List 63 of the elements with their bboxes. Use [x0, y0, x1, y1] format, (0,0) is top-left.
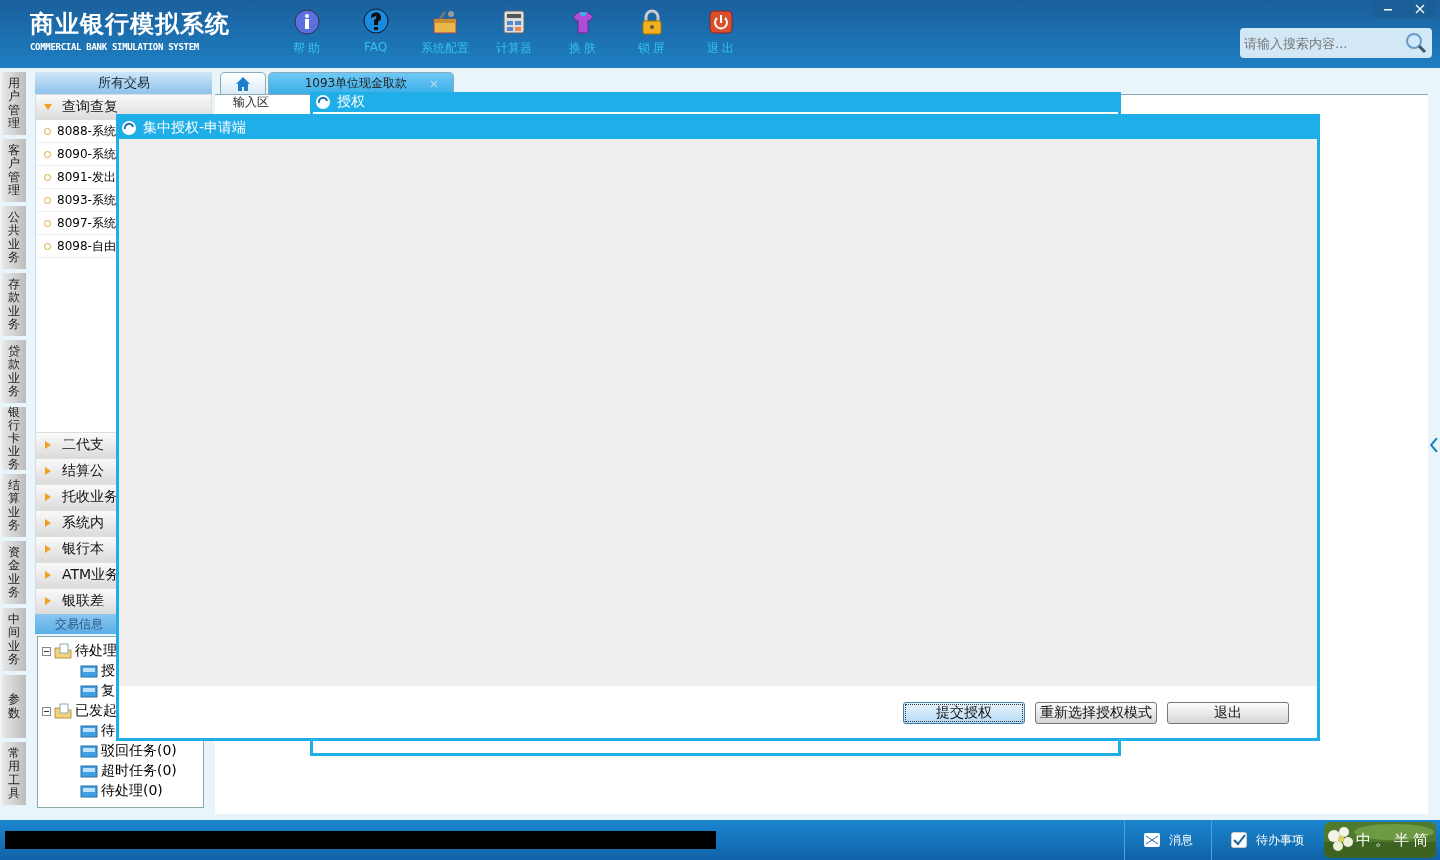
collapsed-caret-icon — [44, 441, 52, 449]
side-tab[interactable]: 结算业务 — [2, 474, 26, 537]
ime-key[interactable]: 中 — [1356, 830, 1371, 850]
tree-item[interactable]: 复 — [42, 681, 199, 701]
window-title: 授权 — [337, 93, 365, 111]
section-tab[interactable]: 输入区 — [233, 94, 269, 111]
app-icon — [315, 94, 331, 110]
panel-header: 所有交易 — [35, 72, 212, 94]
side-tab[interactable]: 参数 — [2, 675, 26, 738]
side-tab[interactable]: 公共业务 — [2, 206, 26, 269]
close-icon — [1415, 4, 1425, 14]
collapsed-caret-icon — [44, 597, 52, 605]
side-tab[interactable]: 用户管理 — [2, 72, 26, 135]
checkbox-icon — [1230, 831, 1248, 849]
side-tab[interactable]: 存款业务 — [2, 273, 26, 336]
dialog-button[interactable]: 重新选择授权模式 — [1035, 702, 1157, 724]
tree-item[interactable]: 驳回任务(0) — [42, 741, 199, 761]
dialog-button[interactable]: 提交授权 — [903, 702, 1025, 724]
tree-item[interactable]: 超时任务(0) — [42, 761, 199, 781]
tree-item[interactable]: 待处理 — [42, 641, 199, 661]
side-tab[interactable]: 贷款业务 — [2, 340, 26, 403]
side-tab[interactable]: 中间业务 — [2, 608, 26, 671]
collapsed-caret-icon — [44, 493, 52, 501]
side-tab[interactable]: 资金业务 — [2, 541, 26, 604]
open-folder-icon — [54, 643, 72, 659]
power-icon — [706, 8, 735, 36]
folder-icon — [80, 763, 98, 779]
folder-icon — [80, 663, 98, 679]
ime-key[interactable]: 简 — [1413, 830, 1428, 850]
info-icon — [292, 8, 321, 36]
mail-icon — [1143, 831, 1161, 849]
collapsed-caret-icon — [44, 467, 52, 475]
tab[interactable]: 1093单位现金取款 — [268, 72, 454, 94]
folder-icon — [80, 743, 98, 759]
search-icon — [1404, 31, 1428, 55]
status-button[interactable]: 待办事项 — [1211, 820, 1322, 860]
ime-key[interactable]: 。 — [1375, 830, 1390, 850]
search-field[interactable]: 请输入搜索内容... — [1240, 28, 1432, 58]
side-tab[interactable]: 客户管理 — [2, 139, 26, 202]
collapsed-caret-icon — [44, 519, 52, 527]
collapsed-caret-icon — [44, 545, 52, 553]
dialog-button[interactable]: 退出 — [1167, 702, 1289, 724]
folder-icon — [80, 683, 98, 699]
folder-icon — [80, 723, 98, 739]
side-tab[interactable]: 常用工具 — [2, 742, 26, 805]
app-icon — [121, 120, 137, 136]
open-folder-icon — [54, 703, 72, 719]
expanded-caret-icon — [44, 103, 52, 111]
status-button[interactable]: 消息 — [1124, 820, 1211, 860]
collapsed-caret-icon — [44, 571, 52, 579]
app-subtitle: COMMERCIAL BANK SIMULATION SYSTEM — [30, 42, 200, 52]
side-tab[interactable]: 银行卡业务 — [2, 407, 26, 470]
tree-item[interactable]: 待处理(0) — [42, 781, 199, 801]
home-icon — [235, 75, 251, 92]
tree-item[interactable]: 待 — [42, 721, 199, 741]
app-title: 商业银行模拟系统 — [30, 10, 231, 38]
help-icon — [361, 8, 390, 36]
home-tab[interactable] — [220, 72, 266, 94]
folder-icon — [80, 783, 98, 799]
input-method-widget[interactable]: 中 。 半 简 — [1324, 822, 1436, 858]
tree-item[interactable]: 已发起 — [42, 701, 199, 721]
tree-item[interactable]: 授 — [42, 661, 199, 681]
toolbox-icon — [430, 8, 459, 36]
